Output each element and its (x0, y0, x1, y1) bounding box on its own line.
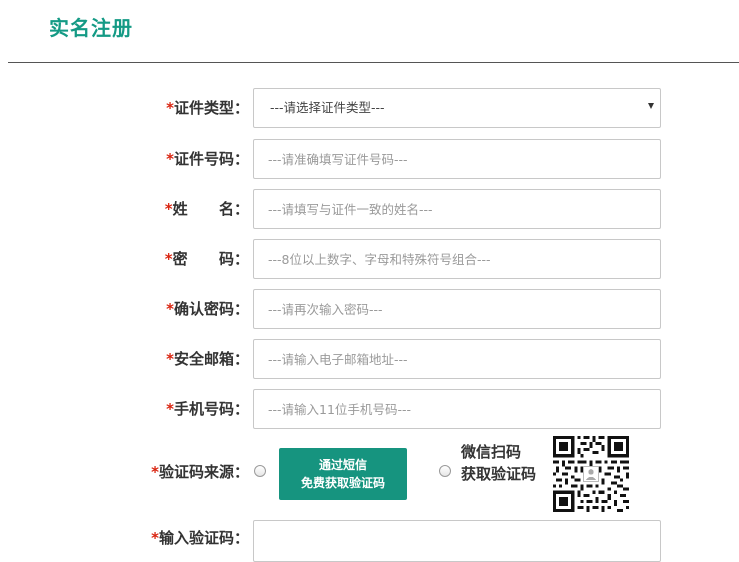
email-input[interactable] (254, 340, 658, 378)
id-number-field-box (253, 139, 661, 179)
sms-get-code-button[interactable]: 通过短信 免费获取验证码 (279, 448, 407, 500)
wechat-radio[interactable] (439, 465, 451, 477)
required-mark: * (166, 99, 174, 117)
row-name: *姓 名： (0, 189, 739, 229)
code-source-label-text: 验证码来源： (158, 463, 249, 481)
phone-label-text: 手机号码： (173, 400, 249, 418)
password-label: *密 码： (165, 239, 249, 279)
wechat-line2: 获取验证码 (461, 465, 537, 483)
required-mark: * (164, 250, 173, 268)
phone-label: *手机号码： (166, 389, 249, 429)
id-type-label-text: 证件类型： (173, 99, 249, 117)
verify-code-input[interactable] (254, 521, 658, 559)
code-source-label: *验证码来源： (151, 452, 249, 492)
confirm-password-label: *确认密码： (166, 289, 249, 329)
name-label: *姓 名： (165, 189, 249, 229)
sms-button-line2: 免费获取验证码 (300, 476, 385, 490)
row-email: *安全邮箱： (0, 339, 739, 379)
required-mark: * (166, 400, 174, 418)
verify-code-label-text: 输入验证码： (158, 529, 249, 547)
confirm-password-label-text: 确认密码： (173, 300, 249, 318)
row-verify-code: *输入验证码： (0, 518, 739, 562)
phone-input[interactable] (254, 390, 658, 428)
id-number-label-text: 证件号码： (173, 150, 249, 168)
row-password: *密 码： (0, 239, 739, 279)
phone-field-box (253, 389, 661, 429)
row-confirm-password: *确认密码： (0, 289, 739, 329)
caret-down-icon (648, 103, 654, 109)
required-mark: * (151, 463, 159, 481)
name-field-box (253, 189, 661, 229)
password-label-text: 密 码： (172, 250, 249, 268)
id-type-select[interactable]: ---请选择证件类型--- (253, 88, 661, 128)
email-field-box (253, 339, 661, 379)
required-mark: * (166, 300, 174, 318)
wechat-qr-code-icon (553, 436, 629, 512)
id-type-label: *证件类型： (166, 88, 249, 128)
required-mark: * (166, 350, 174, 368)
required-mark: * (151, 529, 159, 547)
email-label: *安全邮箱： (166, 339, 249, 379)
page-title: 实名注册 (49, 16, 133, 40)
required-mark: * (166, 150, 174, 168)
wechat-line1: 微信扫码 (461, 443, 522, 461)
required-mark: * (164, 200, 173, 218)
wechat-scan-text: 微信扫码 获取验证码 (461, 441, 536, 485)
name-label-text: 姓 名： (172, 200, 249, 218)
password-field-box (253, 239, 661, 279)
row-phone: *手机号码： (0, 389, 739, 429)
password-input[interactable] (254, 240, 658, 278)
header-divider (8, 62, 739, 63)
email-label-text: 安全邮箱： (173, 350, 249, 368)
row-id-number: *证件号码： (0, 139, 739, 179)
id-type-selected-value: ---请选择证件类型--- (270, 100, 385, 115)
id-number-label: *证件号码： (166, 139, 249, 179)
sms-radio[interactable] (254, 465, 266, 477)
confirm-password-input[interactable] (254, 290, 658, 328)
sms-button-line1: 通过短信 (318, 458, 367, 472)
verify-code-label: *输入验证码： (151, 518, 249, 558)
confirm-password-field-box (253, 289, 661, 329)
row-id-type: *证件类型： ---请选择证件类型--- (0, 88, 739, 128)
name-input[interactable] (254, 190, 658, 228)
id-number-input[interactable] (254, 140, 658, 178)
